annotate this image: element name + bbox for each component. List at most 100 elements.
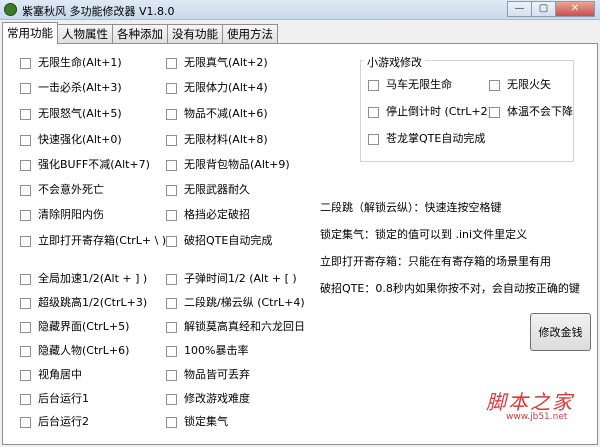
checkbox-box[interactable]: [166, 235, 177, 247]
checkbox-stop-countdown[interactable]: 停止倒计时 (CtrL+2): [368, 104, 492, 120]
checkbox-mid-6[interactable]: 无限武器耐久: [166, 182, 250, 198]
checkbox-box[interactable]: [489, 106, 500, 118]
checkbox-left-7[interactable]: 清除阴阳内伤: [20, 207, 104, 223]
checkbox-left-1[interactable]: 无限生命(Alt+1): [20, 55, 122, 71]
checkbox-label: 视角居中: [38, 368, 82, 381]
checkbox-mid-15[interactable]: 锁定集气: [166, 414, 228, 430]
checkbox-mid-1[interactable]: 无限真气(Alt+2): [166, 55, 268, 71]
checkbox-left-12[interactable]: 隐藏人物(CtrL+6): [20, 343, 129, 359]
checkbox-left-9[interactable]: 全局加速1/2(Alt + ] ): [20, 271, 147, 287]
checkbox-label: 无限武器耐久: [184, 183, 250, 196]
checkbox-label: 后台运行2: [38, 415, 89, 428]
checkbox-mid-2[interactable]: 无限体力(Alt+4): [166, 80, 268, 96]
checkbox-left-2[interactable]: 一击必杀(Alt+3): [20, 80, 122, 96]
tab-usage[interactable]: 使用方法: [222, 24, 278, 44]
checkbox-box[interactable]: [166, 297, 177, 309]
checkbox-left-8[interactable]: 立即打开寄存箱(CtrL+ \ ): [20, 233, 166, 249]
checkbox-label: 后台运行1: [38, 392, 89, 405]
tab-no-function[interactable]: 没有功能: [167, 24, 223, 44]
checkbox-label: 体温不会下降: [507, 105, 573, 118]
checkbox-box[interactable]: [166, 393, 177, 405]
checkbox-mid-13[interactable]: 物品皆可丢弃: [166, 367, 250, 383]
window-title: 紫塞秋风 多功能修改器 V1.8.0: [22, 5, 175, 18]
checkbox-box[interactable]: [20, 416, 31, 428]
checkbox-left-4[interactable]: 快速强化(Alt+0): [20, 132, 122, 148]
checkbox-box[interactable]: [166, 159, 177, 171]
checkbox-box[interactable]: [166, 108, 177, 120]
checkbox-box[interactable]: [20, 57, 31, 69]
tab-bar: 常用功能 人物属性 各种添加 没有功能 使用方法: [2, 22, 278, 44]
checkbox-box[interactable]: [20, 297, 31, 309]
checkbox-box[interactable]: [20, 273, 31, 285]
checkbox-label: 锁定集气: [184, 415, 228, 428]
tab-character[interactable]: 人物属性: [57, 24, 113, 44]
checkbox-box[interactable]: [20, 321, 31, 333]
checkbox-mid-11[interactable]: 解锁莫高真经和六龙回日: [166, 319, 305, 335]
checkbox-left-10[interactable]: 超级跳高1/2(CtrL+3): [20, 295, 147, 311]
tab-common[interactable]: 常用功能: [2, 22, 58, 44]
checkbox-label: 清除阴阳内伤: [38, 208, 104, 221]
checkbox-box[interactable]: [20, 235, 31, 247]
checkbox-label: 强化BUFF不减(Alt+7): [38, 158, 150, 171]
close-button[interactable]: ✕: [555, 1, 595, 17]
checkbox-box[interactable]: [20, 82, 31, 94]
title-bar: 紫塞秋风 多功能修改器 V1.8.0 — ▢ ✕: [0, 0, 600, 20]
checkbox-box[interactable]: [20, 369, 31, 381]
checkbox-box[interactable]: [166, 273, 177, 285]
checkbox-box[interactable]: [368, 106, 379, 118]
checkbox-box[interactable]: [166, 369, 177, 381]
checkbox-box[interactable]: [20, 393, 31, 405]
checkbox-box[interactable]: [20, 209, 31, 221]
checkbox-box[interactable]: [20, 345, 31, 357]
checkbox-dragon-palm-qte[interactable]: 苍龙掌QTE自动完成: [368, 131, 485, 147]
window-controls: — ▢ ✕: [507, 1, 595, 18]
checkbox-mid-10[interactable]: 二段跳/梯云纵 (CtrL+4): [166, 295, 305, 311]
checkbox-box[interactable]: [368, 79, 379, 91]
checkbox-box[interactable]: [166, 82, 177, 94]
checkbox-box[interactable]: [166, 345, 177, 357]
checkbox-box[interactable]: [166, 416, 177, 428]
checkbox-left-5[interactable]: 强化BUFF不减(Alt+7): [20, 157, 150, 173]
checkbox-label: 停止倒计时 (CtrL+2): [386, 105, 492, 118]
checkbox-box[interactable]: [20, 108, 31, 120]
checkbox-box[interactable]: [166, 321, 177, 333]
checkbox-box[interactable]: [489, 79, 500, 91]
checkbox-label: 苍龙掌QTE自动完成: [386, 132, 486, 145]
checkbox-box[interactable]: [166, 57, 177, 69]
maximize-button[interactable]: ▢: [531, 1, 556, 17]
checkbox-label: 二段跳/梯云纵 (CtrL+4): [184, 296, 305, 309]
checkbox-box[interactable]: [166, 184, 177, 196]
checkbox-mid-8[interactable]: 破招QTE自动完成: [166, 233, 272, 249]
tab-add-items[interactable]: 各种添加: [112, 24, 168, 44]
checkbox-left-15[interactable]: 后台运行2: [20, 414, 89, 430]
checkbox-label: 隐藏界面(CtrL+5): [38, 320, 130, 333]
checkbox-carriage-infinite-life[interactable]: 马车无限生命: [368, 77, 452, 93]
checkbox-box[interactable]: [166, 209, 177, 221]
checkbox-left-14[interactable]: 后台运行1: [20, 391, 89, 407]
checkbox-box[interactable]: [20, 134, 31, 146]
checkbox-label: 解锁莫高真经和六龙回日: [184, 320, 305, 333]
checkbox-label: 隐藏人物(CtrL+6): [38, 344, 130, 357]
checkbox-box[interactable]: [20, 159, 31, 171]
note-qte: 破招QTE：0.8秒内如果你按不对，会自动按正确的键: [320, 282, 580, 295]
checkbox-mid-7[interactable]: 格挡必定破招: [166, 207, 250, 223]
checkbox-mid-12[interactable]: 100%暴击率: [166, 343, 248, 359]
checkbox-label: 物品不减(Alt+6): [184, 107, 268, 120]
checkbox-mid-9[interactable]: 子弹时间1/2 (Alt + [ ): [166, 271, 297, 287]
minimize-button[interactable]: —: [507, 1, 532, 17]
checkbox-left-13[interactable]: 视角居中: [20, 367, 82, 383]
checkbox-left-6[interactable]: 不会意外死亡: [20, 182, 104, 198]
checkbox-mid-3[interactable]: 物品不减(Alt+6): [166, 106, 268, 122]
checkbox-mid-5[interactable]: 无限背包物品(Alt+9): [166, 157, 290, 173]
checkbox-box[interactable]: [368, 133, 379, 145]
app-icon: [4, 3, 17, 16]
modify-money-button[interactable]: 修改金钱: [530, 313, 591, 351]
checkbox-infinite-fire-arrows[interactable]: 无限火矢: [489, 77, 551, 93]
checkbox-left-11[interactable]: 隐藏界面(CtrL+5): [20, 319, 129, 335]
checkbox-temperature-no-drop[interactable]: 体温不会下降: [489, 104, 573, 120]
checkbox-mid-14[interactable]: 修改游戏难度: [166, 391, 250, 407]
checkbox-box[interactable]: [166, 134, 177, 146]
checkbox-box[interactable]: [20, 184, 31, 196]
checkbox-mid-4[interactable]: 无限材料(Alt+8): [166, 132, 268, 148]
checkbox-left-3[interactable]: 无限怒气(Alt+5): [20, 106, 122, 122]
